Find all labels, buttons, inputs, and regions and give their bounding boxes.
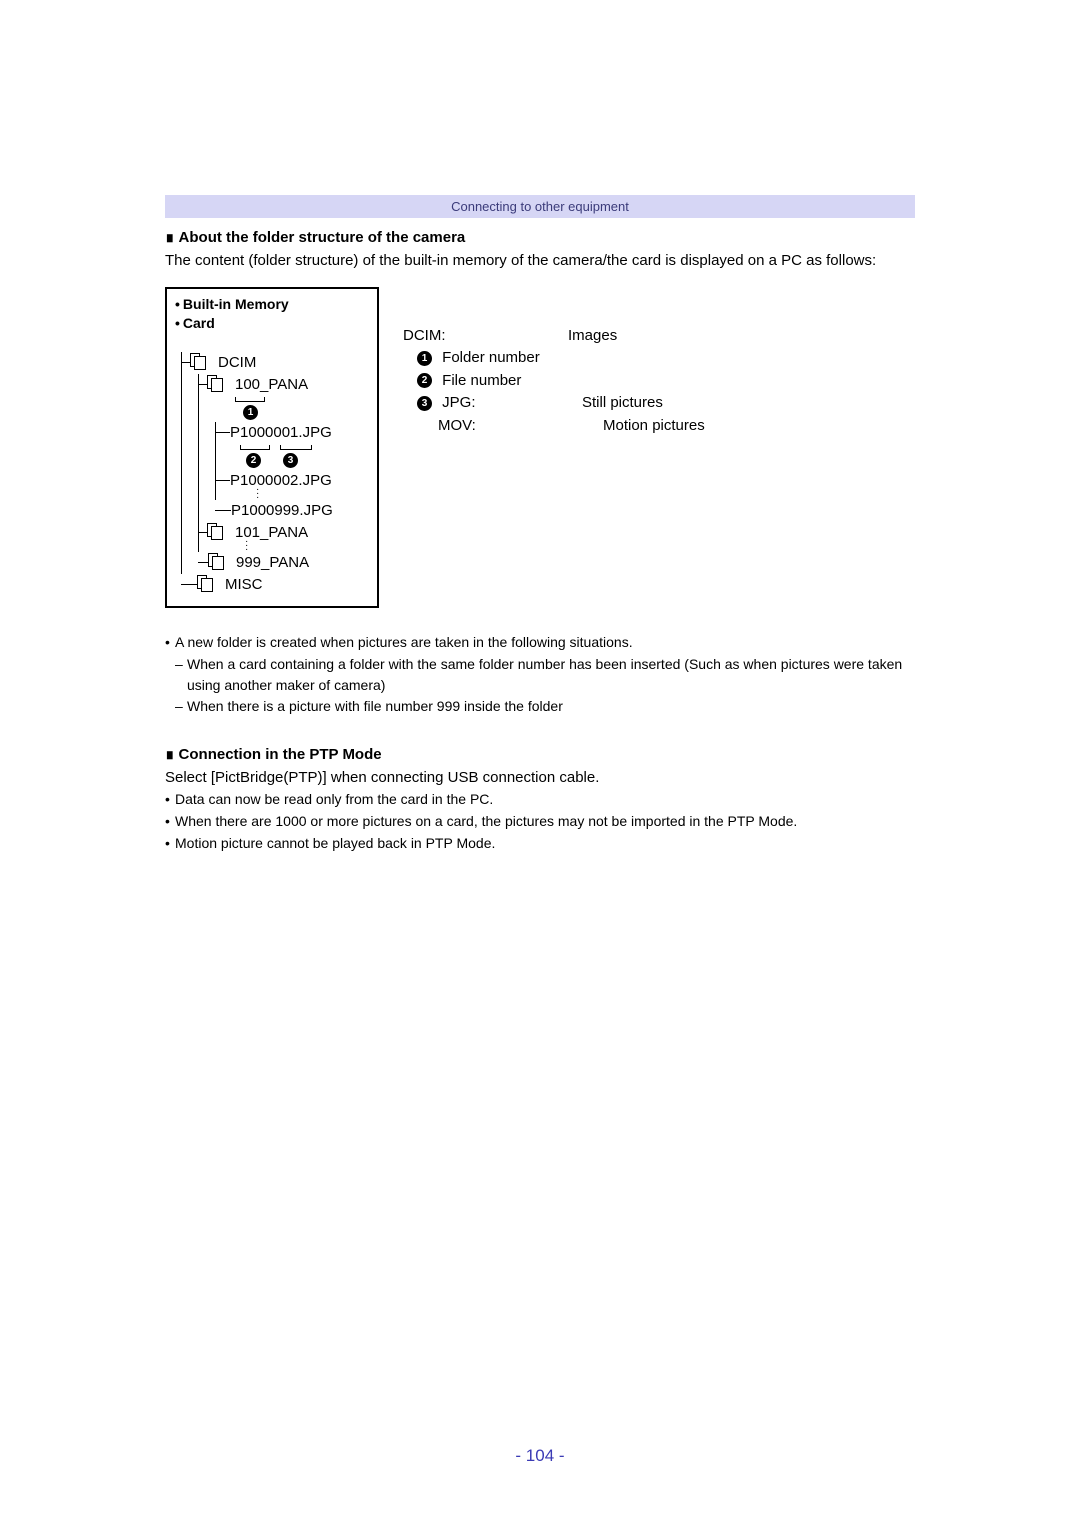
legend-jpg-desc: Still pictures	[582, 392, 915, 415]
bullet-ptp-1000: When there are 1000 or more pictures on …	[175, 811, 797, 832]
badge-2-icon: 2	[417, 373, 432, 388]
badge-1-icon: 1	[243, 405, 258, 420]
file-p1000999: P1000999.JPG	[231, 500, 333, 521]
file-p1000002: P1000002.JPG	[230, 470, 332, 491]
legend-dcim-desc: Images	[568, 325, 915, 348]
memory-builtin-label: Built-in Memory	[183, 296, 289, 312]
bullets-folder-creation: •A new folder is created when pictures a…	[165, 632, 915, 717]
page-content: Connecting to other equipment ∎About the…	[0, 0, 1080, 1526]
square-bullet-icon: ∎	[165, 745, 175, 763]
legend-jpg-label: JPG:	[442, 394, 475, 411]
badge-3-icon: 3	[283, 453, 298, 468]
folder-icon	[214, 556, 232, 570]
bullet-ptp-motion: Motion picture cannot be played back in …	[175, 833, 495, 854]
header-bar: Connecting to other equipment	[165, 195, 915, 218]
section1-intro: The content (folder structure) of the bu…	[165, 250, 915, 273]
vdots-icon: ···	[245, 540, 247, 552]
section1-title-text: About the folder structure of the camera	[179, 229, 466, 246]
folder-structure-diagram: •Built-in Memory •Card DCIM 100_P	[165, 287, 379, 608]
section2-intro: Select [PictBridge(PTP)] when connecting…	[165, 767, 915, 790]
badge-2-icon: 2	[246, 453, 261, 468]
diagram-row: •Built-in Memory •Card DCIM 100_P	[165, 287, 915, 608]
badge-3-icon: 3	[417, 396, 432, 411]
folder-icon	[203, 578, 221, 592]
bullet-same-folder-number: When a card containing a folder with the…	[187, 654, 915, 696]
misc-folder: MISC	[225, 574, 263, 595]
folder-100pana: 100_PANA	[235, 374, 308, 395]
vdots-icon: ···	[256, 488, 258, 500]
bullet-new-folder: A new folder is created when pictures ar…	[175, 632, 633, 653]
folder-icon	[196, 356, 214, 370]
folder-icon	[213, 526, 231, 540]
bullet-ptp-readonly: Data can now be read only from the card …	[175, 789, 493, 810]
file-p1000001: P1000001.JPG	[230, 422, 332, 443]
legend: DCIM: Images 1 Folder number 2 File numb…	[403, 287, 915, 438]
legend-dcim-label: DCIM:	[403, 325, 568, 348]
legend-folder-number: Folder number	[442, 349, 540, 366]
section1-title: ∎About the folder structure of the camer…	[165, 228, 915, 246]
page-number: - 104 -	[0, 1446, 1080, 1466]
memory-card-label: Card	[183, 315, 215, 331]
legend-file-number: File number	[442, 372, 521, 389]
bullet-file-999: When there is a picture with file number…	[187, 696, 563, 717]
folder-999pana: 999_PANA	[236, 552, 309, 573]
legend-mov-label: MOV:	[403, 415, 603, 438]
legend-mov-desc: Motion pictures	[603, 415, 915, 438]
bullets-ptp: •Data can now be read only from the card…	[165, 789, 915, 854]
square-bullet-icon: ∎	[165, 228, 175, 246]
dcim-folder: DCIM	[218, 352, 256, 373]
section2-title-text: Connection in the PTP Mode	[179, 746, 382, 763]
folder-icon	[213, 378, 231, 392]
section2-title: ∎Connection in the PTP Mode	[165, 745, 915, 763]
folder-tree: DCIM 100_PANA	[175, 352, 369, 596]
badge-1-icon: 1	[417, 351, 432, 366]
